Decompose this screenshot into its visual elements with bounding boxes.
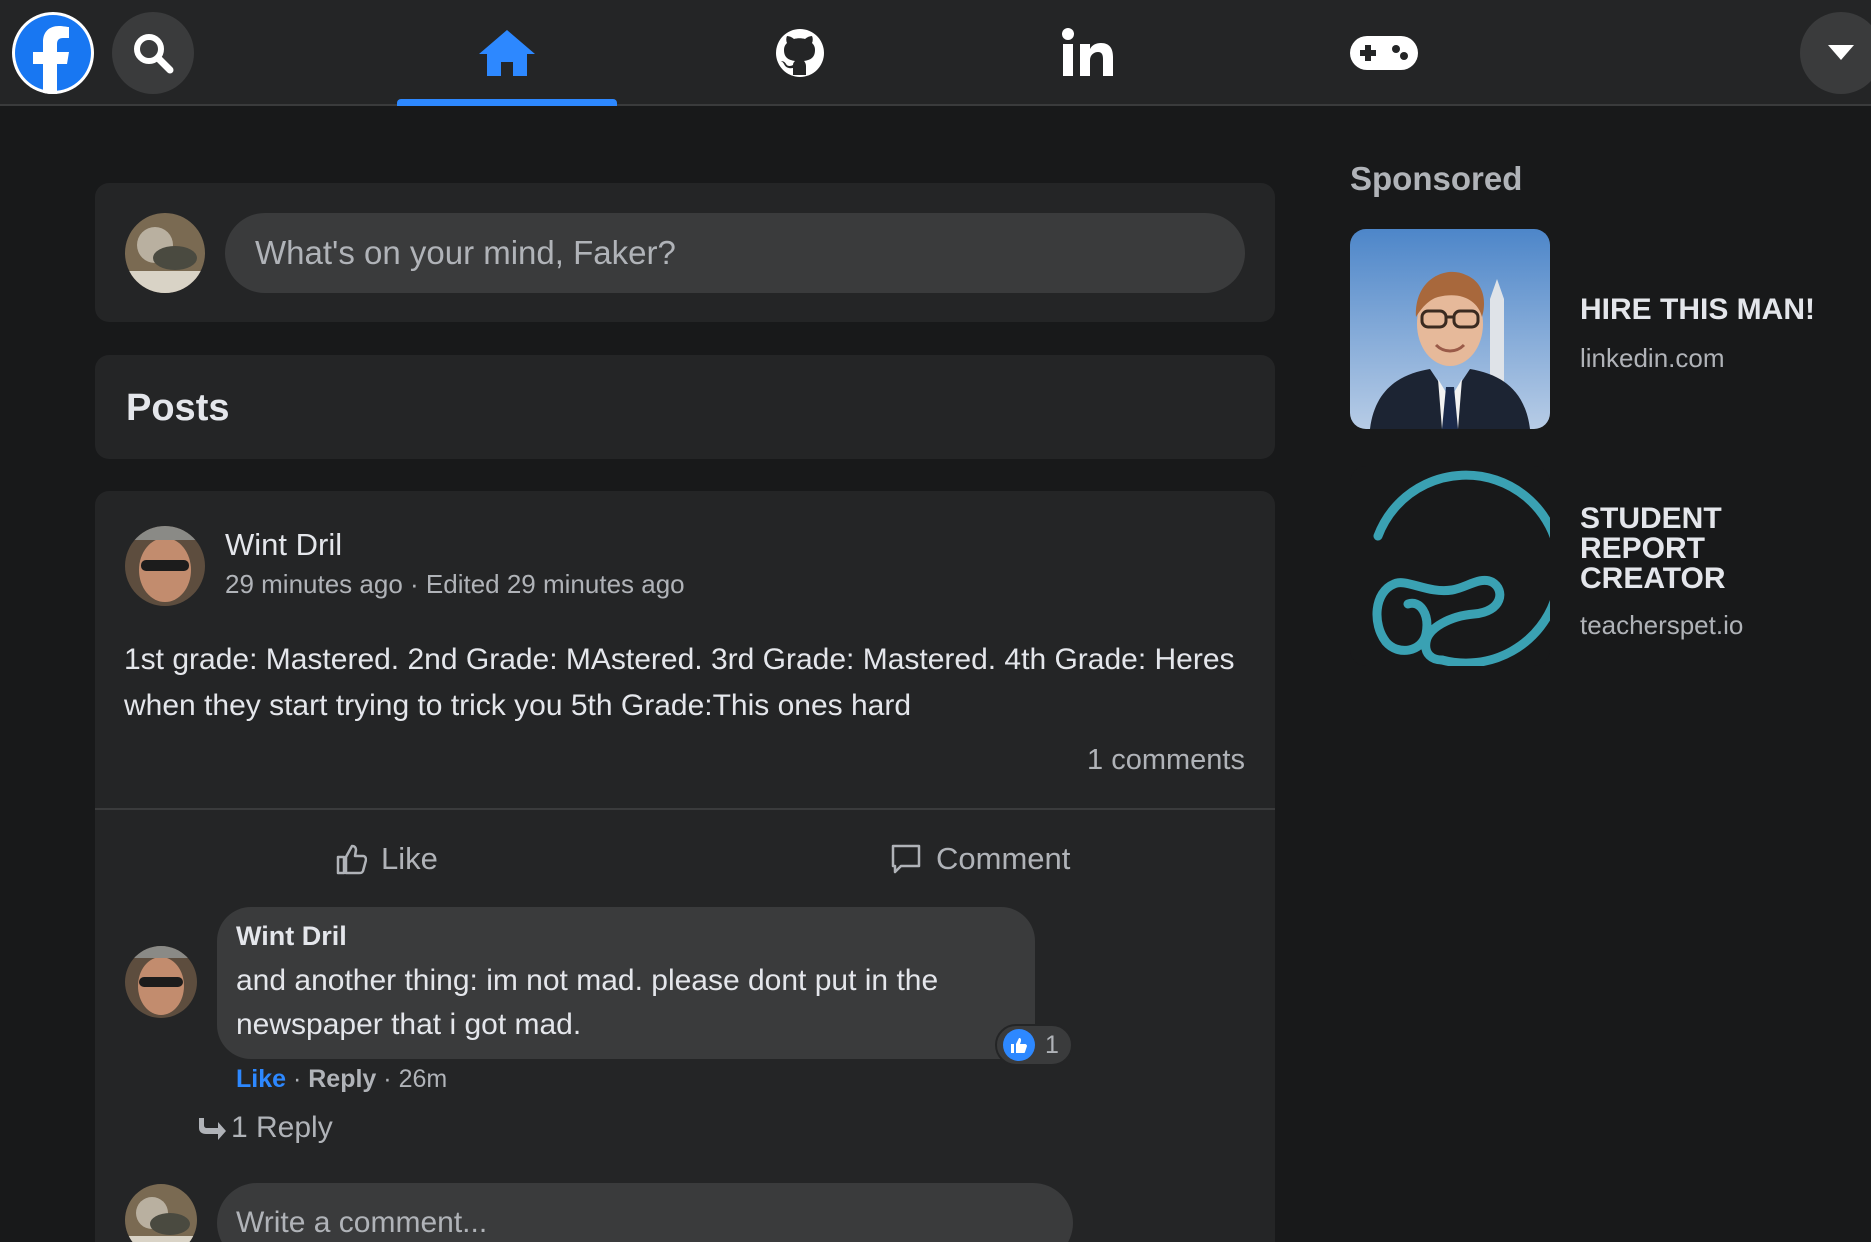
comment-action-separator: · [286, 1065, 309, 1093]
comment-bubble: Wint Dril and another thing: im not mad.… [217, 907, 1035, 1059]
comment-reactions[interactable]: 1 [995, 1024, 1073, 1066]
thumbs-up-icon [336, 844, 367, 875]
post-edited-label: Edited 29 minutes ago [425, 569, 685, 599]
meta-separator: · [402, 569, 426, 599]
write-comment-placeholder: Write a comment... [236, 1206, 488, 1239]
comment-like-link[interactable]: Like [236, 1065, 286, 1093]
ad-domain: linkedin.com [1580, 343, 1725, 373]
post-meta: 29 minutes ago · Edited 29 minutes ago [225, 569, 685, 600]
search-icon [134, 34, 174, 74]
search-button[interactable] [112, 12, 194, 94]
account-menu-button[interactable] [1800, 12, 1871, 94]
comment-author-name[interactable]: Wint Dril [236, 921, 347, 952]
post-timestamp[interactable]: 29 minutes ago [225, 569, 403, 599]
like-reaction-icon [1003, 1029, 1035, 1061]
user-avatar-small[interactable] [125, 1184, 197, 1242]
top-navigation-bar [0, 0, 1871, 106]
divider [95, 808, 1275, 810]
status-input[interactable]: What's on your mind, Faker? [225, 213, 1245, 293]
ad-title: STUDENT REPORT CREATOR [1580, 502, 1726, 595]
facebook-logo-icon[interactable] [12, 12, 94, 94]
comment-button-label: Comment [936, 841, 1071, 876]
like-button[interactable]: Like [335, 829, 438, 889]
reply-arrow-icon [199, 1118, 226, 1140]
comment-count-link[interactable]: 1 comments [1087, 744, 1245, 777]
post-composer: What's on your mind, Faker? [95, 183, 1275, 322]
tab-home[interactable] [397, 0, 617, 106]
section-title: Posts [126, 387, 230, 429]
commenter-avatar[interactable] [125, 946, 197, 1018]
post-author-name[interactable]: Wint Dril [225, 527, 342, 563]
caret-down-icon [1828, 45, 1854, 60]
comment-age[interactable]: 26m [399, 1065, 448, 1093]
sponsored-heading: Sponsored [1350, 160, 1523, 197]
status-input-placeholder: What's on your mind, Faker? [255, 234, 676, 271]
tab-github[interactable] [690, 0, 910, 106]
ad-title: HIRE THIS MAN! [1580, 293, 1815, 326]
like-button-label: Like [381, 841, 438, 876]
user-avatar[interactable] [125, 213, 205, 293]
post-card: Wint Dril 29 minutes ago · Edited 29 min… [95, 491, 1275, 1242]
gamepad-icon [1350, 36, 1418, 70]
ad-photo-man [1350, 229, 1550, 429]
comment-text: and another thing: im not mad. please do… [236, 964, 939, 1041]
view-replies-link[interactable]: 1 Reply [195, 1111, 333, 1145]
replies-count-label: 1 Reply [231, 1111, 333, 1144]
github-icon [776, 29, 824, 77]
comment-actions: Like · Reply · 26m [236, 1065, 447, 1094]
ad-logo-teacherspet [1350, 466, 1550, 666]
tab-gaming[interactable] [1274, 0, 1494, 106]
comment-reply-link[interactable]: Reply [308, 1065, 376, 1093]
reaction-count: 1 [1045, 1030, 1059, 1059]
ad-domain: teacherspet.io [1580, 610, 1744, 640]
post-text: 1st grade: Mastered. 2nd Grade: MAstered… [124, 643, 1235, 722]
posts-header: Posts [95, 355, 1275, 459]
comment-action-separator: · [376, 1065, 399, 1093]
linkedin-icon [1062, 28, 1113, 76]
comment-button[interactable]: Comment [890, 829, 1070, 889]
tab-linkedin[interactable] [978, 0, 1198, 106]
author-avatar[interactable] [125, 526, 205, 606]
write-comment-input[interactable]: Write a comment... [217, 1183, 1073, 1242]
comment-icon [891, 844, 921, 874]
home-icon [479, 30, 535, 76]
